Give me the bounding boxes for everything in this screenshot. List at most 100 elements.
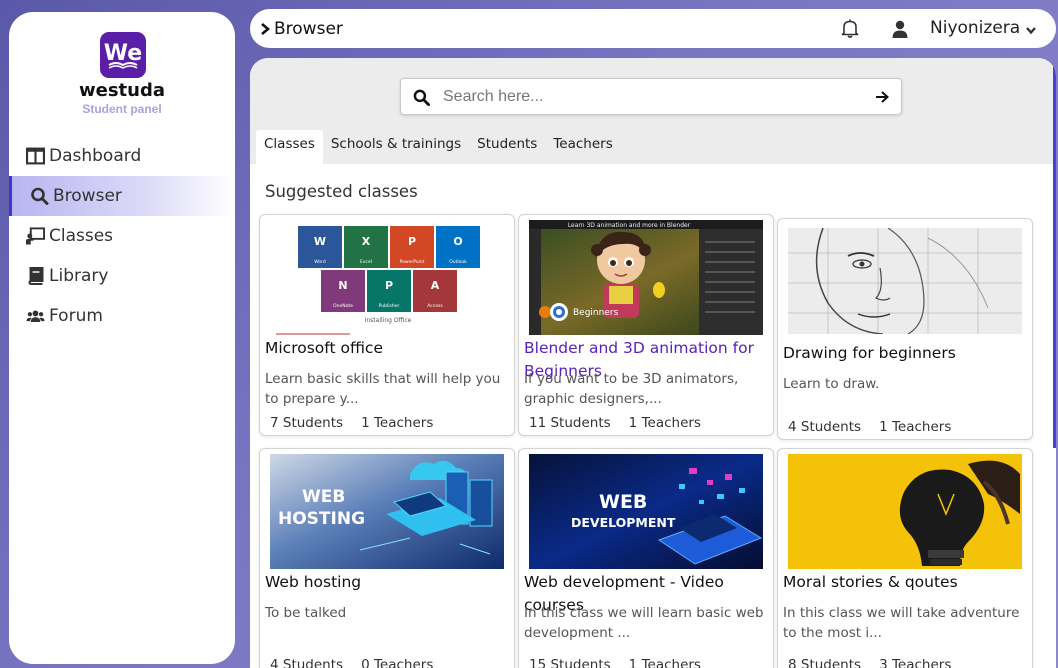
svg-text:Access: Access — [427, 303, 443, 309]
class-card[interactable]: WEB HOSTING Web hosting To be talked 4 S… — [259, 448, 515, 668]
sidebar-item-label: Classes — [49, 226, 114, 246]
sidebar-item-label: Browser — [53, 186, 122, 206]
class-description: Learn to draw. — [783, 376, 880, 392]
students-label: Students — [282, 657, 344, 668]
class-description: To be talked — [265, 605, 347, 621]
sidebar-item-forum[interactable]: Forum — [9, 296, 235, 336]
students-label: Students — [550, 657, 611, 668]
class-title[interactable]: Moral stories & qoutes — [783, 571, 1031, 594]
teachers-count: 1 — [361, 415, 370, 431]
user-icon[interactable] — [892, 20, 908, 38]
search-icon — [413, 89, 430, 106]
sidebar-item-label: Dashboard — [49, 146, 142, 166]
brand-subtitle: Student panel — [82, 102, 162, 116]
class-stats: 15 Students 1 Teachers — [529, 657, 701, 668]
sidebar-item-dashboard[interactable]: Dashboard — [9, 136, 235, 176]
main-panel: Classes Schools & trainings Students Tea… — [250, 58, 1056, 668]
search-icon — [28, 186, 50, 206]
search-bar — [400, 78, 902, 115]
class-thumbnail: WEB DEVELOPMENT — [529, 454, 763, 569]
sidebar: We westuda Student panel Dashboard Brows… — [9, 12, 235, 664]
class-description: Learn basic skills that will help you to… — [265, 371, 501, 407]
svg-text:DEVELOPMENT: DEVELOPMENT — [571, 515, 676, 530]
svg-text:WEB: WEB — [302, 487, 345, 507]
chevron-down-icon[interactable] — [1025, 23, 1037, 35]
top-bar: Browser Niyonizera — [250, 9, 1056, 48]
book-icon — [24, 266, 46, 286]
sidebar-item-browser[interactable]: Browser — [9, 176, 235, 216]
teachers-label: Teachers — [641, 415, 701, 431]
svg-text:W: W — [314, 235, 326, 248]
svg-text:Installing Office: Installing Office — [365, 317, 412, 324]
class-card[interactable]: WEB DEVELOPMENT Web development - Video … — [518, 448, 774, 668]
svg-text:Word: Word — [314, 259, 326, 265]
class-description: In this class we will learn basic web de… — [524, 605, 764, 641]
scrollbar[interactable] — [1053, 58, 1056, 448]
class-thumbnail: W X P O N P A Word Excel PowerPoint Outlook… — [270, 220, 504, 335]
logo-icon[interactable]: We — [100, 32, 146, 78]
sidebar-item-label: Library — [49, 266, 109, 286]
user-name[interactable]: Niyonizera — [930, 18, 1020, 38]
class-card[interactable]: Drawing for beginners Learn to draw. 4 S… — [777, 218, 1033, 440]
chevron-right-icon[interactable] — [260, 22, 272, 36]
class-title[interactable]: Microsoft office — [265, 337, 513, 360]
teachers-count: 0 — [361, 657, 370, 668]
students-label: Students — [282, 415, 344, 431]
students-label: Students — [800, 419, 862, 435]
class-thumbnail: WEB HOSTING — [270, 454, 504, 569]
tab-classes[interactable]: Classes — [256, 130, 323, 164]
class-description: In this class we will take adventure to … — [783, 605, 1020, 641]
teachers-label: Teachers — [373, 657, 434, 668]
users-icon — [24, 306, 46, 326]
sidebar-item-classes[interactable]: Classes — [9, 216, 235, 256]
columns-icon — [24, 146, 46, 166]
students-count: 8 — [788, 657, 797, 668]
brand-name: westuda — [78, 80, 165, 101]
class-stats: 4 Students 1 Teachers — [788, 419, 951, 435]
tab-students[interactable]: Students — [469, 130, 545, 164]
bell-icon[interactable] — [840, 18, 860, 38]
students-count: 7 — [270, 415, 279, 431]
svg-text:WEB: WEB — [599, 491, 647, 513]
sidebar-nav: Dashboard Browser Classes Library Forum — [9, 136, 235, 336]
students-label: Students — [550, 415, 611, 431]
teachers-count: 1 — [628, 415, 638, 431]
chalkboard-teacher-icon — [24, 226, 46, 246]
svg-text:OneNote: OneNote — [333, 303, 353, 309]
svg-text:Outlook: Outlook — [449, 259, 467, 265]
class-stats: 11 Students 1 Teachers — [529, 415, 701, 431]
arrow-right-icon[interactable] — [874, 90, 890, 104]
class-card[interactable]: W X P O N P A Word Excel PowerPoint Outlook… — [259, 214, 515, 436]
browse-tabs: Classes Schools & trainings Students Tea… — [256, 130, 621, 164]
svg-text:O: O — [453, 235, 462, 248]
svg-text:Learn 3D animation and more in: Learn 3D animation and more in Blender — [568, 222, 691, 229]
svg-text:A: A — [431, 279, 440, 292]
svg-text:Publisher: Publisher — [379, 303, 400, 309]
svg-text:Beginners: Beginners — [573, 308, 619, 318]
svg-text:We: We — [104, 41, 142, 66]
teachers-count: 1 — [628, 657, 638, 668]
teachers-label: Teachers — [891, 657, 952, 668]
students-count: 4 — [788, 419, 797, 435]
svg-text:P: P — [408, 235, 416, 248]
class-thumbnail: Learn 3D animation and more in Blender B… — [529, 220, 763, 335]
tab-schools-trainings[interactable]: Schools & trainings — [323, 130, 469, 164]
teachers-label: Teachers — [373, 415, 434, 431]
teachers-label: Teachers — [641, 657, 701, 668]
tab-teachers[interactable]: Teachers — [545, 130, 620, 164]
browse-header: Classes Schools & trainings Students Tea… — [250, 58, 1056, 164]
class-card[interactable]: Learn 3D animation and more in Blender B… — [518, 214, 774, 436]
page-title: Browser — [274, 18, 343, 39]
sidebar-item-library[interactable]: Library — [9, 256, 235, 296]
teachers-count: 3 — [879, 657, 888, 668]
class-thumbnail — [788, 454, 1022, 569]
class-title[interactable]: Web hosting — [265, 571, 513, 594]
class-title[interactable]: Drawing for beginners — [783, 342, 1031, 365]
class-stats: 4 Students 0 Teachers — [270, 657, 433, 668]
svg-text:X: X — [362, 235, 371, 248]
search-input[interactable] — [443, 85, 843, 109]
class-card[interactable]: Moral stories & qoutes In this class we … — [777, 448, 1033, 668]
students-count: 15 — [529, 657, 547, 668]
svg-text:N: N — [338, 279, 347, 292]
svg-text:HOSTING: HOSTING — [278, 509, 365, 529]
